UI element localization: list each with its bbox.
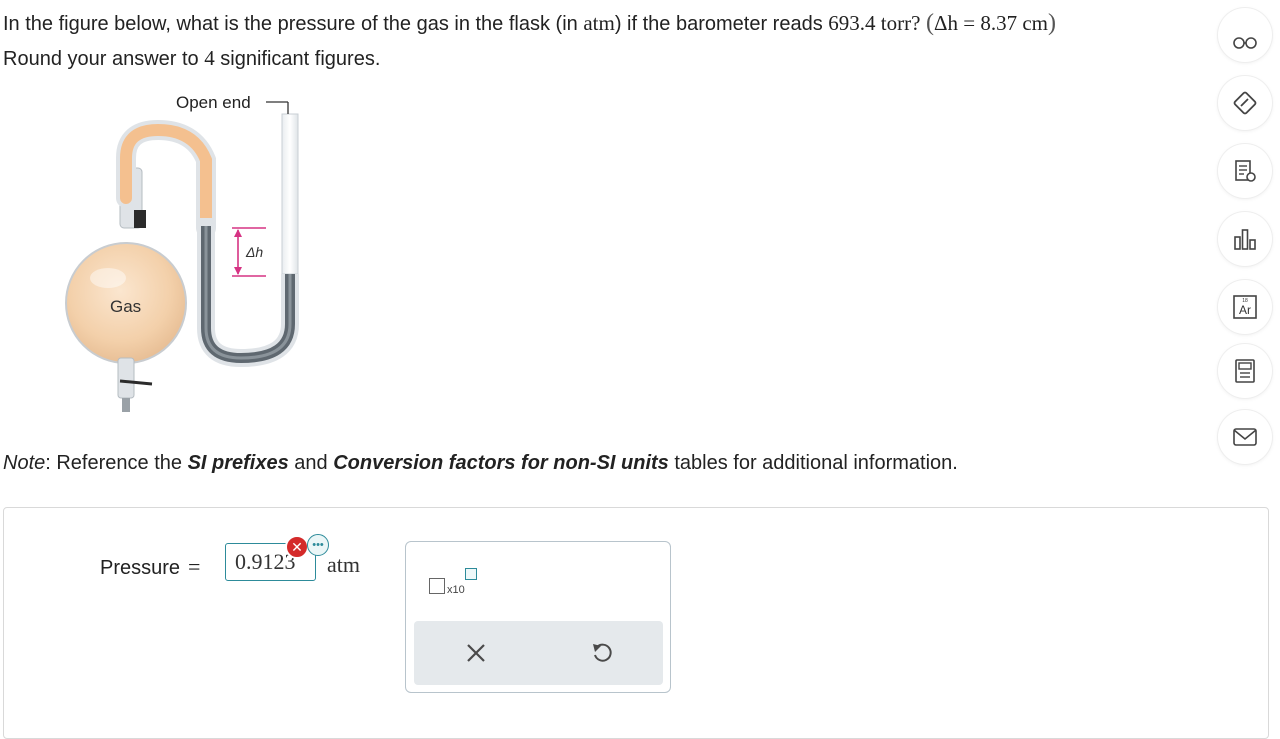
gas-label: Gas	[110, 297, 141, 316]
clear-button[interactable]	[458, 635, 494, 671]
toolbox-action-bar	[414, 621, 663, 685]
answer-panel: Pressure = 0.9123 atm ✕ ••• x10	[3, 507, 1269, 739]
svg-text:18: 18	[1242, 298, 1248, 304]
base-box-icon	[429, 578, 445, 594]
periodic-table-button[interactable]: Ar 18	[1218, 280, 1272, 334]
manometer-diagram: Open end Δh Gas	[65, 93, 299, 412]
periodic-symbol: Ar	[1239, 303, 1251, 317]
atm-unit: atm	[583, 11, 615, 35]
manometer-figure: Open end Δh Gas	[60, 88, 320, 418]
glasses-button[interactable]	[1218, 8, 1272, 62]
notes-button[interactable]	[1218, 144, 1272, 198]
bar-chart-icon	[1234, 229, 1256, 250]
note-text: Note: Reference the SI prefixes and Conv…	[3, 452, 958, 474]
answer-unit: atm	[327, 552, 360, 577]
open-end-label: Open end	[176, 93, 251, 112]
close-icon	[467, 644, 485, 662]
x10-button[interactable]: x10	[424, 564, 480, 604]
exponent-box-icon	[465, 568, 477, 580]
math-toolbox: x10	[405, 541, 671, 693]
calculator-button[interactable]	[1218, 344, 1272, 398]
question-line-2: Round your answer to 4 significant figur…	[3, 46, 381, 70]
error-x-icon: ✕	[285, 535, 309, 559]
pressure-label: Pressure =	[100, 554, 201, 579]
calculator-icon	[1235, 359, 1255, 383]
periodic-table-icon: Ar 18	[1233, 295, 1257, 319]
bar-chart-button[interactable]	[1218, 212, 1272, 266]
question-line-1: In the figure below, what is the pressur…	[3, 10, 1056, 36]
glasses-icon	[1233, 37, 1257, 49]
delta-h-label: Δh	[245, 244, 263, 260]
mail-button[interactable]	[1218, 410, 1272, 464]
ellipsis-icon[interactable]: •••	[307, 534, 329, 556]
barometer-reading: 693.4 torr?	[828, 11, 921, 35]
mail-icon	[1233, 428, 1257, 446]
undo-button[interactable]	[584, 635, 620, 671]
notes-icon	[1235, 160, 1256, 182]
pencil-diamond-button[interactable]	[1218, 76, 1272, 130]
undo-icon	[593, 643, 612, 662]
pencil-diamond-icon	[1233, 91, 1257, 115]
delta-h-value: Δh = 8.37 cm	[933, 11, 1048, 35]
question-text: In the figure below, what is the pressur…	[3, 6, 1215, 76]
side-toolbar: Ar 18	[1218, 0, 1272, 480]
si-prefixes-link[interactable]: SI prefixes	[188, 452, 289, 474]
conversion-factors-link[interactable]: Conversion factors for non-SI units	[333, 452, 669, 474]
